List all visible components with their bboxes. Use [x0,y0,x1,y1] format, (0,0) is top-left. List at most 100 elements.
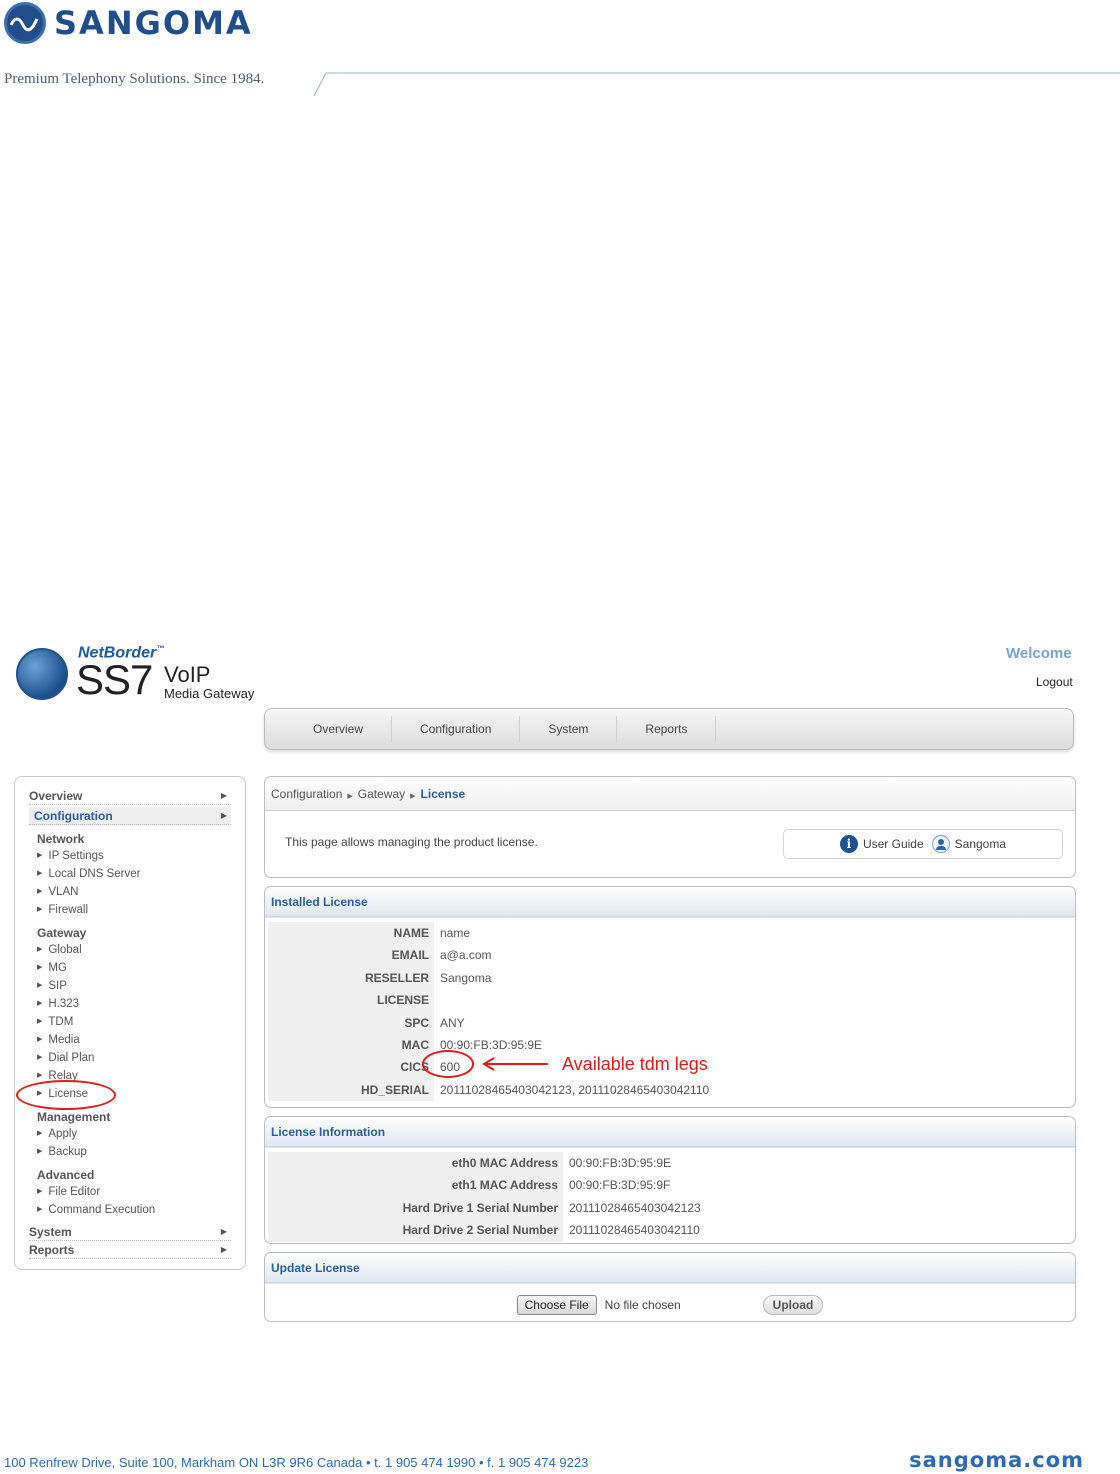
license-information-title: License Information [265,1117,1075,1147]
bullet-arrow-icon: ▶ [37,1036,43,1043]
bullet-arrow-icon: ▶ [37,906,43,913]
chevron-right-icon: ▶ [220,811,227,820]
bullet-arrow-icon: ▶ [37,1188,43,1195]
update-license-title: Update License [265,1253,1075,1283]
netborder-logo: NetBorder™ SS7 VoIP Media Gateway [16,644,256,708]
table-row: HD_SERIAL 20111028465403042123, 201110284… [268,1078,1072,1102]
bullet-arrow-icon: ▶ [37,852,43,859]
breadcrumb-current: License [420,787,466,801]
license-information-panel: License Information eth0 MAC Address 00:9… [264,1116,1076,1244]
sangoma-logo: SANGOMA [4,0,253,46]
breadcrumb-separator-icon: ▶ [410,793,416,800]
sidebar-group-advanced: Advanced [37,1168,95,1182]
tab-system[interactable]: System [520,716,618,742]
upload-row: Choose File No file chosen Upload [265,1283,1075,1321]
sidebar-item-global[interactable]: ▶ Global [37,941,231,959]
sidebar: Overview ▶ Configuration ▶ Network ▶ IP Set… [14,776,246,1270]
table-row: SPC ANY [268,1011,1072,1034]
globe-icon [16,648,68,700]
sidebar-configuration[interactable]: Configuration ▶ [29,807,231,825]
help-box: i User Guide Sangoma [783,829,1063,859]
tagline: Premium Telephony Solutions. Since 1984. [4,71,265,87]
sidebar-item-local-dns-server[interactable]: ▶ Local DNS Server [37,865,231,883]
sidebar-group-network: Network [37,832,85,846]
sidebar-item-sip[interactable]: ▶ SIP [37,977,231,995]
bullet-arrow-icon: ▶ [37,964,43,971]
sidebar-group-management: Management [37,1110,111,1124]
chevron-right-icon: ▶ [220,1245,227,1254]
table-row: Hard Drive 2 Serial Number 20111028465403… [268,1219,1072,1242]
bullet-arrow-icon: ▶ [37,1054,43,1061]
table-row: RESELLER Sangoma [268,966,1072,990]
top-nav: Overview Configuration System Reports [264,708,1074,750]
sangoma-logo-icon [4,2,46,44]
sidebar-item-ip-settings[interactable]: ▶ IP Settings [37,847,231,865]
annotation-circle [422,1050,474,1078]
app-screenshot: NetBorder™ SS7 VoIP Media Gateway Welcom… [0,630,1120,1340]
chevron-right-icon: ▶ [220,791,227,800]
table-row: eth1 MAC Address 00:90:FB:3D:95:9F [268,1174,1072,1197]
product-big: SS7 [76,656,153,703]
breadcrumb-separator-icon: ▶ [347,793,353,800]
sidebar-overview[interactable]: Overview ▶ [29,787,231,805]
logout-link[interactable]: Logout [1036,675,1073,689]
breadcrumb-gateway[interactable]: Gateway [358,787,405,801]
brand-name: SANGOMA [54,4,253,42]
product-voip: VoIP [164,662,211,687]
sidebar-item-license[interactable]: ▶ License [16,1080,231,1110]
bullet-arrow-icon: ▶ [37,1206,43,1213]
sidebar-system[interactable]: System ▶ [29,1223,231,1241]
annotation-arrow-icon [482,1057,548,1071]
table-row: EMAIL a@a.com [268,944,1072,967]
sidebar-item-tdm[interactable]: ▶ TDM [37,1013,231,1031]
tab-reports[interactable]: Reports [617,716,717,742]
table-row: MAC 00:90:FB:3D:95:9E [268,1033,1072,1057]
annotation-text: Available tdm legs [562,1054,708,1074]
sidebar-item-vlan[interactable]: ▶ VLAN [37,883,231,901]
bullet-arrow-icon: ▶ [37,1018,43,1025]
installed-license-table: NAME name EMAIL a@a.com RESELLER Sangoma LI… [265,917,1075,1104]
chevron-right-icon: ▶ [220,1227,227,1236]
sidebar-group-gateway: Gateway [37,926,87,940]
sangoma-button[interactable]: Sangoma [931,835,1006,853]
bullet-arrow-icon: ▶ [37,888,43,895]
tab-configuration[interactable]: Configuration [392,716,521,742]
page-description: This page allows managing the product li… [285,835,538,849]
page-description-area: This page allows managing the product li… [265,811,1075,877]
bullet-arrow-icon: ▶ [37,1090,43,1097]
bullet-arrow-icon: ▶ [37,870,43,877]
bullet-arrow-icon: ▶ [37,982,43,989]
sidebar-reports[interactable]: Reports ▶ [29,1241,231,1259]
file-status: No file chosen [604,1297,681,1312]
table-row: NAME name [268,922,1072,945]
sidebar-item-media[interactable]: ▶ Media [37,1031,231,1049]
license-information-table: eth0 MAC Address 00:90:FB:3D:95:9E eth1 M… [265,1147,1075,1243]
footer-address: 100 Renfrew Drive, Suite 100, Markham ON… [4,1455,589,1470]
table-row: Hard Drive 1 Serial Number 20111028465403… [268,1196,1072,1220]
bullet-arrow-icon: ▶ [37,1130,43,1137]
choose-file-button[interactable]: Choose File [516,1294,597,1315]
table-row: LICENSE [268,989,1072,1012]
bullet-arrow-icon: ▶ [37,1000,43,1007]
product-sub: Media Gateway [164,686,255,701]
info-icon: i [839,835,858,853]
tab-overview[interactable]: Overview [285,716,393,742]
table-row: eth0 MAC Address 00:90:FB:3D:95:9E [268,1152,1072,1175]
sidebar-item-command-execution[interactable]: ▶ Command Execution [37,1201,231,1219]
sidebar-item-h323[interactable]: ▶ H.323 [37,995,231,1013]
sidebar-item-dial-plan[interactable]: ▶ Dial Plan [37,1049,231,1067]
footer-domain[interactable]: sangoma.com [909,1448,1084,1472]
update-license-panel: Update License Choose File No file chose… [264,1252,1076,1322]
breadcrumb-configuration[interactable]: Configuration [271,787,342,801]
welcome-text: Welcome [1006,645,1072,662]
sidebar-item-apply[interactable]: ▶ Apply [37,1125,231,1143]
bullet-arrow-icon: ▶ [37,946,43,953]
sidebar-item-backup[interactable]: ▶ Backup [37,1143,231,1161]
sidebar-item-mg[interactable]: ▶ MG [37,959,231,977]
upload-button[interactable]: Upload [762,1294,824,1315]
sidebar-item-file-editor[interactable]: ▶ File Editor [37,1183,231,1201]
bullet-arrow-icon: ▶ [37,1148,43,1155]
user-guide-button[interactable]: i User Guide [839,835,924,853]
intro-panel: Configuration ▶ Gateway ▶ License This page … [264,776,1076,878]
sidebar-item-firewall[interactable]: ▶ Firewall [37,901,231,919]
